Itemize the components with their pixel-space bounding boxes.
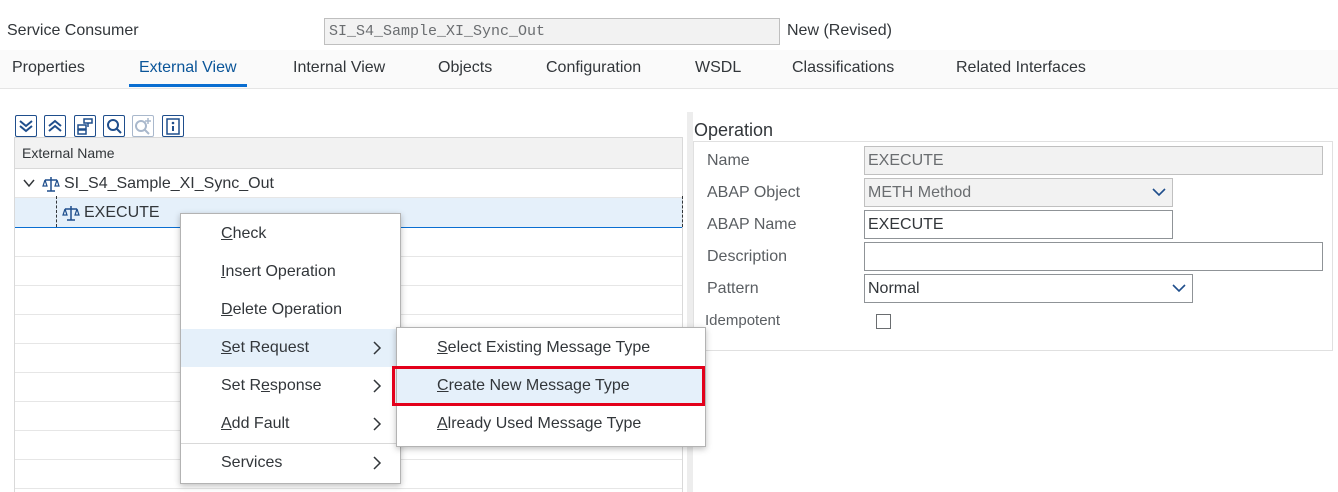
abap-object-select[interactable]: METH Method [864, 178, 1173, 207]
chevron-right-icon [373, 456, 382, 470]
hierarchy-button[interactable] [74, 115, 96, 137]
object-type-label: Service Consumer [7, 22, 139, 39]
tab-configuration[interactable]: Configuration [546, 59, 641, 77]
menu-item-delete-operation[interactable]: Delete Operation [221, 301, 342, 319]
menu-separator [181, 443, 400, 444]
expand-all-icon [19, 120, 33, 133]
tab-internal-view[interactable]: Internal View [293, 59, 385, 77]
object-status-text: New (Revised) [787, 22, 892, 39]
submenu-item-already-used-message-type[interactable]: Already Used Message Type [437, 415, 641, 433]
menu-item-set-request[interactable]: Set Request [221, 339, 309, 357]
row-divider [15, 488, 682, 489]
highlight-annotation-box [392, 366, 705, 406]
tree-table-header [15, 138, 682, 169]
pattern-label: Pattern [707, 280, 759, 297]
tab-classifications[interactable]: Classifications [792, 59, 894, 77]
idempotent-label: Idempotent [705, 312, 781, 329]
search-icon [107, 119, 122, 134]
submenu-item-select-existing-message-type[interactable]: Select Existing Message Type [437, 339, 650, 357]
menu-item-services[interactable]: Services [221, 454, 282, 472]
abap-object-label: ABAP Object [707, 184, 801, 201]
pattern-value: Normal [868, 280, 920, 297]
chevron-right-icon [373, 417, 382, 431]
search-button[interactable] [103, 115, 125, 137]
hierarchy-icon [77, 118, 93, 135]
idempotent-checkbox[interactable] [876, 314, 891, 329]
active-tab-indicator [129, 84, 247, 87]
operation-section-title: Operation [694, 120, 774, 140]
menu-item-check[interactable]: Check [221, 225, 266, 243]
tab-properties[interactable]: Properties [12, 59, 85, 77]
chevron-right-icon [373, 341, 382, 355]
menu-item-set-response[interactable]: Set Response [221, 377, 322, 395]
abap-object-value: METH Method [868, 184, 972, 201]
tab-external-view[interactable]: External View [139, 59, 237, 77]
collapse-all-icon [48, 119, 62, 132]
service-interface-icon [42, 175, 60, 198]
abap-name-label: ABAP Name [707, 216, 797, 233]
description-label: Description [707, 248, 788, 265]
chevron-right-icon [373, 379, 382, 393]
tab-wsdl[interactable]: WSDL [695, 59, 741, 77]
chevron-down-icon [1152, 188, 1166, 197]
pattern-select[interactable]: Normal [864, 274, 1193, 303]
collapse-all-button[interactable] [44, 115, 66, 137]
expand-all-button[interactable] [15, 115, 37, 137]
abap-name-input[interactable]: EXECUTE [864, 210, 1173, 239]
search-next-icon [135, 118, 151, 135]
search-next-button[interactable] [132, 115, 154, 137]
menu-item-insert-operation[interactable]: Insert Operation [221, 263, 336, 281]
tree-node-operation[interactable]: EXECUTE [84, 204, 160, 222]
chevron-down-icon[interactable] [22, 176, 36, 195]
tab-objects[interactable]: Objects [438, 59, 492, 77]
info-icon [166, 118, 180, 135]
tab-related-interfaces[interactable]: Related Interfaces [956, 59, 1086, 77]
object-name-field: SI_S4_Sample_XI_Sync_Out [324, 18, 780, 45]
info-button[interactable] [162, 115, 184, 137]
menu-item-add-fault[interactable]: Add Fault [221, 415, 289, 433]
column-header-external-name[interactable]: External Name [22, 145, 115, 161]
description-input[interactable] [864, 242, 1323, 271]
operation-icon [62, 204, 80, 227]
chevron-down-icon [1172, 284, 1186, 293]
name-label: Name [707, 152, 750, 169]
tree-node-interface[interactable]: SI_S4_Sample_XI_Sync_Out [64, 175, 274, 193]
name-field: EXECUTE [864, 146, 1323, 175]
